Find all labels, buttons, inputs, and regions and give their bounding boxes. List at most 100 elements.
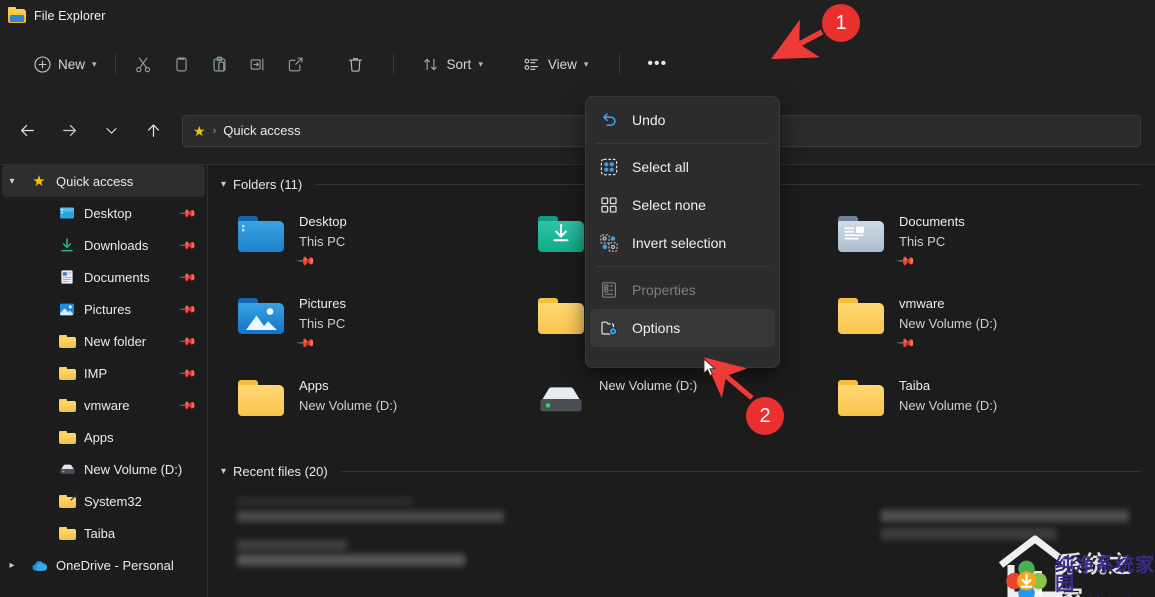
sidebar-item-label: Quick access bbox=[56, 173, 134, 189]
chevron-down-icon[interactable]: ▾ bbox=[221, 179, 226, 190]
group-header-recent[interactable]: ▾ Recent files (20) bbox=[209, 446, 1155, 479]
star-icon: ★ bbox=[32, 172, 46, 190]
sidebar-item-onedrive-personal[interactable]: ▸ OneDrive - Personal bbox=[2, 549, 205, 581]
new-button-label: New bbox=[58, 56, 86, 72]
sidebar-item-label: IMP bbox=[84, 365, 108, 381]
sidebar-item-label: Apps bbox=[84, 429, 114, 445]
folder-tile[interactable]: Documents This PC 📌 bbox=[809, 200, 1109, 282]
menu-item-label: Select all bbox=[632, 159, 689, 175]
select-all-icon bbox=[600, 158, 618, 176]
sort-button[interactable]: Sort ▾ bbox=[413, 47, 492, 81]
sidebar-item-new-volume-d[interactable]: New Volume (D:) bbox=[2, 453, 205, 485]
folder-icon bbox=[58, 396, 76, 414]
sidebar-item-downloads[interactable]: Downloads 📌 bbox=[2, 229, 205, 261]
rename-button[interactable] bbox=[239, 47, 277, 81]
navigation-pane[interactable]: ▾ ★ Quick access Desktop 📌 Downloads 📌 Document… bbox=[0, 165, 208, 597]
sidebar-item-pictures[interactable]: Pictures 📌 bbox=[2, 293, 205, 325]
ellipsis-icon: ••• bbox=[647, 55, 668, 72]
recent-locations-button[interactable] bbox=[94, 115, 128, 147]
sidebar-item-documents[interactable]: Documents 📌 bbox=[2, 261, 205, 293]
breadcrumb-separator: › bbox=[212, 124, 217, 137]
window-title: File Explorer bbox=[34, 8, 106, 23]
menu-item-select-none[interactable]: Select none bbox=[590, 186, 775, 224]
copy-button[interactable] bbox=[163, 47, 201, 81]
sidebar-item-desktop[interactable]: Desktop 📌 bbox=[2, 197, 205, 229]
sidebar-item-label: New Volume (D:) bbox=[84, 461, 183, 477]
pin-icon: 📌 bbox=[178, 364, 197, 383]
sidebar-item-label: Desktop bbox=[84, 205, 132, 221]
forward-button[interactable] bbox=[52, 115, 86, 147]
share-icon bbox=[286, 55, 305, 74]
breadcrumb[interactable]: Quick access bbox=[223, 123, 300, 138]
sidebar-item-label: Documents bbox=[84, 269, 150, 285]
folder-icon bbox=[58, 364, 76, 382]
navigation-bar: ★ › Quick access bbox=[0, 97, 1155, 164]
pictures-icon bbox=[58, 300, 76, 318]
options-icon bbox=[600, 319, 618, 337]
invert-selection-icon bbox=[600, 234, 618, 252]
pin-icon: 📌 bbox=[296, 332, 317, 354]
folder-tile[interactable]: Desktop This PC 📌 bbox=[209, 200, 509, 282]
see-more-context-menu[interactable]: Undo Select all Select none Invert selectio… bbox=[585, 96, 780, 368]
chevron-down-icon[interactable]: ▾ bbox=[221, 466, 226, 477]
menu-item-undo[interactable]: Undo bbox=[590, 101, 775, 139]
folder-name: New Volume (D:) bbox=[599, 378, 698, 393]
folder-location: New Volume (D:) bbox=[899, 316, 998, 331]
see-more-button[interactable]: ••• bbox=[635, 47, 679, 81]
sidebar-item-imp[interactable]: IMP 📌 bbox=[2, 357, 205, 389]
up-button[interactable] bbox=[136, 115, 170, 147]
sidebar-item-label: Pictures bbox=[84, 301, 131, 317]
watermark-badge: 纯净系统家园 www.yidaimei.com bbox=[1005, 556, 1155, 597]
menu-item-label: Invert selection bbox=[632, 235, 727, 251]
sidebar-item-system32[interactable]: System32 bbox=[2, 485, 205, 517]
trash-icon bbox=[346, 55, 365, 74]
paste-button[interactable] bbox=[201, 47, 239, 81]
documents-folder-icon bbox=[837, 210, 885, 258]
sidebar-item-label: OneDrive - Personal bbox=[56, 557, 174, 573]
sort-arrows-icon bbox=[422, 55, 440, 73]
chevron-right-icon[interactable]: ▸ bbox=[2, 560, 22, 571]
toolbar-divider-3 bbox=[619, 53, 621, 75]
sidebar-item-quick-access[interactable]: ▾ ★ Quick access bbox=[2, 165, 205, 197]
new-button[interactable]: New ▾ bbox=[24, 47, 106, 81]
sidebar-item-new-folder[interactable]: New folder 📌 bbox=[2, 325, 205, 357]
share-button[interactable] bbox=[277, 47, 315, 81]
delete-button[interactable] bbox=[337, 47, 375, 81]
chevron-down-icon: ▾ bbox=[583, 58, 589, 69]
menu-item-options[interactable]: Options bbox=[590, 309, 775, 347]
sidebar-item-vmware[interactable]: vmware 📌 bbox=[2, 389, 205, 421]
folder-tile[interactable]: Pictures This PC 📌 bbox=[209, 282, 509, 364]
rename-icon bbox=[248, 55, 267, 74]
context-menu-items: Undo Select all Select none Invert selectio… bbox=[590, 101, 775, 347]
select-none-icon bbox=[600, 196, 618, 214]
folder-name: Desktop bbox=[299, 214, 347, 229]
folder-tile[interactable]: vmware New Volume (D:) 📌 bbox=[809, 282, 1109, 364]
group-rule bbox=[340, 471, 1141, 472]
menu-item-invert-selection[interactable]: Invert selection bbox=[590, 224, 775, 262]
pin-icon: 📌 bbox=[178, 268, 197, 287]
documents-icon bbox=[58, 268, 76, 286]
cut-button[interactable] bbox=[125, 47, 163, 81]
sidebar-item-taiba[interactable]: Taiba bbox=[2, 517, 205, 549]
folder-name: vmware bbox=[899, 296, 945, 311]
downloads-folder-icon bbox=[537, 210, 585, 258]
sidebar-item-label: New folder bbox=[84, 333, 147, 349]
chevron-down-icon: ▾ bbox=[92, 58, 97, 69]
folder-tile[interactable]: Apps New Volume (D:) bbox=[209, 364, 509, 446]
folder-name: Taiba bbox=[899, 378, 931, 393]
chevron-down-icon[interactable]: ▾ bbox=[2, 176, 22, 187]
pin-icon: 📌 bbox=[178, 236, 197, 255]
star-icon: ★ bbox=[193, 122, 206, 139]
onedrive-icon bbox=[30, 556, 48, 574]
folder-icon bbox=[8, 6, 26, 25]
folder-tile[interactable]: Taiba New Volume (D:) bbox=[809, 364, 1109, 446]
sidebar-item-apps[interactable]: Apps bbox=[2, 421, 205, 453]
pin-icon: 📌 bbox=[178, 300, 197, 319]
sidebar-item-label: Taiba bbox=[84, 525, 116, 541]
menu-item-label: Undo bbox=[632, 112, 666, 128]
paste-icon bbox=[210, 55, 229, 74]
back-button[interactable] bbox=[10, 115, 44, 147]
menu-item-select-all[interactable]: Select all bbox=[590, 148, 775, 186]
view-button[interactable]: View ▾ bbox=[514, 47, 598, 81]
desktop-icon bbox=[58, 204, 76, 222]
